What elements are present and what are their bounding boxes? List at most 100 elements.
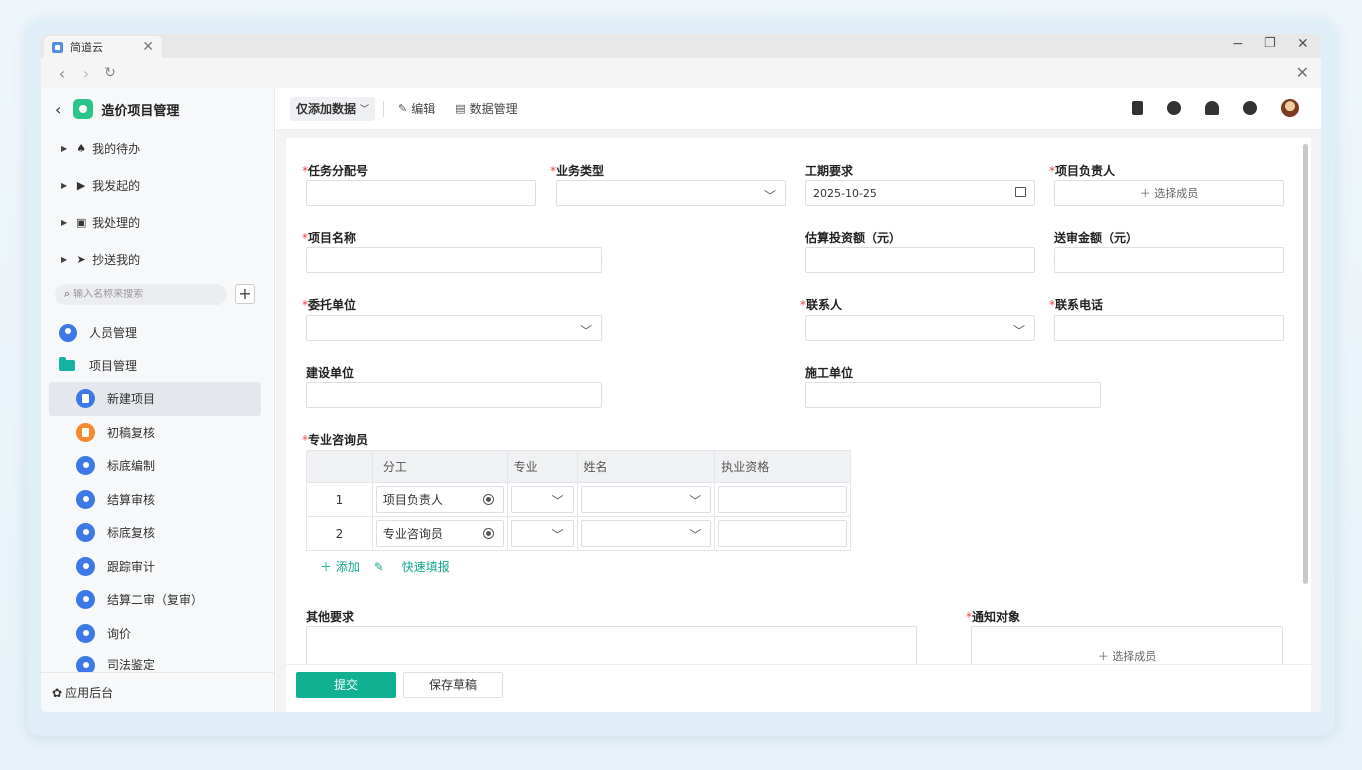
client-label: *委托单位 (302, 298, 357, 312)
play-icon: ▶ (76, 179, 86, 192)
tag-icon (76, 556, 95, 576)
sidebar-item-judicial[interactable]: 司法鉴定 (49, 650, 261, 672)
sidebar-item-label: 标底编制 (107, 459, 156, 474)
radio-icon[interactable] (482, 494, 494, 505)
quick-item-label: 我处理的 (92, 216, 141, 230)
name-select[interactable]: ﹀ (580, 520, 712, 547)
app-favicon-icon (52, 41, 63, 53)
period-date-input[interactable]: 2025-10-25 (805, 180, 1035, 206)
scrollbar[interactable] (1303, 144, 1308, 584)
leader-label: *项目负责人 (1049, 164, 1116, 178)
tag-icon (76, 489, 95, 509)
back-icon[interactable]: ‹ (53, 64, 71, 83)
phone-input[interactable] (1054, 315, 1284, 341)
book-icon[interactable] (1132, 101, 1143, 115)
minimize-icon[interactable]: − (1232, 36, 1244, 52)
tab-close-icon[interactable]: ✕ (142, 40, 154, 54)
table-header-row: 分工 专业 姓名 执业资格 (306, 450, 851, 483)
report-icon (76, 422, 95, 442)
other-label: 其他要求 (306, 610, 355, 624)
form-card: *任务分配号 *业务类型 ﹀ 工期要求 2025-10-25 *项目负责人 ＋ … (286, 138, 1311, 712)
mode-dropdown[interactable]: 仅添加数据 ﹀ (290, 96, 376, 121)
role-value: 项目负责人 (382, 493, 443, 507)
table-row: 2 专业咨询员 ﹀ ﹀ (306, 516, 851, 551)
role-input[interactable]: 项目负责人 (375, 486, 504, 513)
save-draft-button[interactable]: 保存草稿 (403, 671, 503, 698)
forward-icon[interactable]: › (77, 64, 95, 83)
contact-select[interactable]: ﹀ (805, 315, 1035, 341)
task-no-label: *任务分配号 (302, 164, 369, 178)
add-row-button[interactable]: ＋ 添加 (320, 558, 360, 575)
major-select[interactable]: ﹀ (510, 520, 574, 547)
role-input[interactable]: 专业咨询员 (375, 520, 504, 547)
quick-item-todo[interactable]: ▶ ♠ 我的待办 (41, 130, 274, 167)
avatar[interactable] (1281, 99, 1299, 117)
project-name-label: *项目名称 (302, 231, 357, 245)
compass-icon[interactable] (1167, 101, 1181, 115)
data-manage-label: 数据管理 (469, 102, 518, 116)
reload-icon[interactable]: ↻ (101, 65, 119, 81)
sidebar-item-inquiry[interactable]: 询价 (49, 617, 261, 651)
quick-item-initiated[interactable]: ▶ ▶ 我发起的 (41, 167, 274, 204)
sidebar-item-tracking-audit[interactable]: 跟踪审计 (49, 550, 261, 584)
restore-icon[interactable]: ❐ (1264, 36, 1276, 51)
chevron-down-icon: ﹀ (689, 494, 702, 508)
build-unit-input[interactable] (306, 382, 602, 408)
sidebar-item-second-review[interactable]: 结算二审（复审） (49, 583, 261, 617)
app-admin-link[interactable]: ✿ 应用后台 (41, 672, 274, 712)
name-select[interactable]: ﹀ (580, 486, 712, 513)
toolbar-right-icons (1108, 99, 1299, 117)
consultants-label: *专业咨询员 (302, 433, 369, 447)
back-arrow-icon[interactable]: ‹ (55, 100, 61, 119)
qualification-input[interactable] (718, 486, 847, 513)
window-close-icon[interactable]: ✕ (1297, 36, 1309, 52)
people-icon (59, 323, 77, 342)
task-no-input[interactable] (306, 180, 536, 206)
period-label: 工期要求 (805, 164, 854, 178)
sidebar-item-new-project[interactable]: 新建项目 (49, 382, 261, 416)
bell-icon: ♠ (76, 142, 87, 155)
chevron-down-icon: ﹀ (579, 324, 592, 338)
submit-button[interactable]: 提交 (296, 671, 396, 698)
consultants-table: 分工 专业 姓名 执业资格 1 项目负责人 ﹀ ﹀ 2 专业咨询员 ﹀ ﹀ (306, 450, 851, 551)
sidebar: ‹ 造价项目管理 ▶ ♠ 我的待办 ▶ ▶ 我发起的 ▶ ▣ 我处理的 ▶ ➤ … (41, 88, 275, 712)
toolbar-divider (383, 100, 385, 117)
sidebar-item-settlement-audit[interactable]: 结算审核 (49, 483, 261, 517)
notification-icon[interactable] (1205, 101, 1219, 115)
phone-label: *联系电话 (1049, 298, 1104, 312)
add-item-button[interactable]: + (235, 284, 255, 304)
quick-fill-button[interactable]: ✎ 快速填报 (374, 558, 464, 575)
est-invest-input[interactable] (805, 247, 1035, 273)
contact-label: *联系人 (800, 298, 843, 312)
edit-button[interactable]: ✎ 编辑 (398, 100, 435, 117)
review-amount-input[interactable] (1054, 247, 1284, 273)
quick-item-cc[interactable]: ▶ ➤ 抄送我的 (41, 241, 274, 278)
search-row: ⌕ + (41, 279, 274, 309)
data-manage-button[interactable]: ▤ 数据管理 (455, 100, 517, 117)
est-invest-label: 估算投资额（元） (805, 231, 902, 245)
qualification-input[interactable] (718, 520, 847, 547)
biz-type-select[interactable]: ﹀ (556, 180, 786, 206)
browser-tab[interactable]: 简道云 ✕ (44, 36, 162, 58)
project-name-input[interactable] (306, 247, 602, 273)
chevron-down-icon: ﹀ (551, 528, 564, 542)
leader-select-member-button[interactable]: ＋ 选择成员 (1054, 180, 1284, 206)
group-projects[interactable]: 项目管理 (41, 349, 274, 382)
major-select[interactable]: ﹀ (510, 486, 574, 513)
construct-unit-label: 施工单位 (805, 366, 854, 380)
expand-triangle-icon: ▶ (61, 144, 68, 153)
help-icon[interactable] (1243, 101, 1257, 115)
sidebar-item-draft-review[interactable]: 初稿复核 (49, 416, 261, 450)
group-people[interactable]: 人员管理 (41, 316, 274, 349)
chevron-down-icon: ﹀ (689, 528, 702, 542)
radio-icon[interactable] (482, 528, 494, 539)
client-select[interactable]: ﹀ (306, 315, 602, 341)
app-admin-label: 应用后台 (65, 686, 114, 700)
quick-item-handled[interactable]: ▶ ▣ 我处理的 (41, 204, 274, 241)
page-close-icon[interactable]: ✕ (1296, 63, 1309, 82)
search-input[interactable] (73, 288, 214, 300)
sidebar-item-base-price-review[interactable]: 标底复核 (49, 516, 261, 550)
sidebar-item-base-price-prep[interactable]: 标底编制 (49, 449, 261, 483)
construct-unit-input[interactable] (805, 382, 1101, 408)
form-canvas: *任务分配号 *业务类型 ﹀ 工期要求 2025-10-25 *项目负责人 ＋ … (276, 130, 1321, 712)
